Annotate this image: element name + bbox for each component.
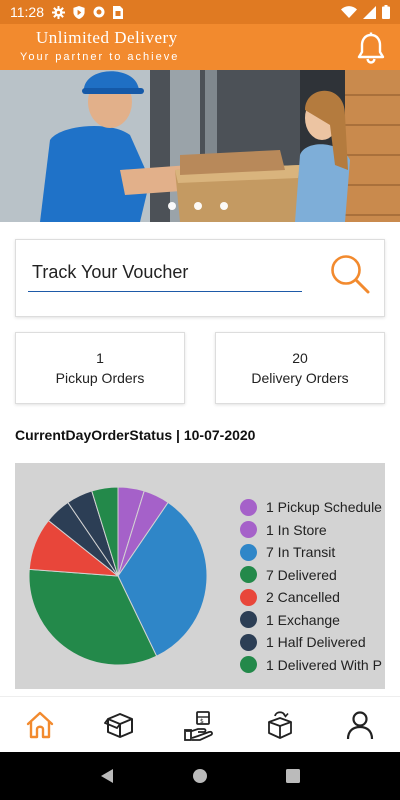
bottom-nav: $ (0, 696, 400, 752)
legend-swatch (240, 498, 257, 516)
legend-item: 1 Delivered With P (240, 654, 385, 677)
legend-swatch (240, 588, 257, 606)
pickup-orders-count: 1 (96, 350, 104, 366)
legend-label: 7 Delivered (266, 566, 337, 583)
track-voucher-input[interactable] (28, 254, 302, 292)
nav-home-button[interactable] (18, 703, 62, 747)
delivery-orders-label: Delivery Orders (251, 370, 349, 386)
legend-label: 1 Exchange (266, 611, 340, 628)
legend-item: 7 In Transit (240, 541, 385, 564)
legend-label: 1 Half Delivered (266, 634, 366, 651)
profile-icon (346, 710, 374, 739)
legend-swatch (240, 566, 257, 584)
svg-text:$: $ (200, 718, 204, 725)
legend-item: 1 In Store (240, 519, 385, 542)
nav-pickup-button[interactable]: $ (178, 703, 222, 747)
pickup-orders-label: Pickup Orders (55, 370, 145, 386)
legend-swatch (240, 521, 257, 539)
nav-returns-button[interactable] (258, 703, 302, 747)
chart-legend: 1 Pickup Schedule 1 In Store 7 In Transit 7… (240, 496, 385, 676)
home-circle-icon[interactable] (192, 768, 208, 784)
settings-icon (52, 5, 65, 19)
legend-item: 2 Cancelled (240, 586, 385, 609)
legend-swatch (240, 611, 257, 629)
shield-play-icon (73, 5, 85, 19)
legend-label: 7 In Transit (266, 544, 336, 561)
return-box-icon (268, 710, 292, 739)
legend-label: 2 Cancelled (266, 589, 340, 606)
order-status-title: CurrentDayOrderStatus | 10-07-2020 (15, 427, 256, 443)
pickup-orders-card[interactable]: 1 Pickup Orders (15, 332, 185, 404)
battery-icon (382, 5, 390, 19)
pickup-hand-icon: $ (184, 710, 213, 741)
legend-swatch (240, 633, 257, 651)
legend-item: 1 Pickup Schedule (240, 496, 385, 519)
legend-swatch (240, 656, 257, 674)
carousel-dot[interactable] (194, 202, 202, 210)
package-icon (104, 712, 133, 738)
banner-carousel[interactable] (0, 70, 400, 222)
back-icon[interactable] (99, 768, 115, 784)
app-header: Unlimited Delivery Your partner to achie… (0, 24, 400, 70)
legend-item: 7 Delivered (240, 564, 385, 587)
legend-item: 1 Exchange (240, 609, 385, 632)
search-icon[interactable] (328, 252, 372, 296)
signal-icon (363, 5, 376, 19)
sim-card-icon (113, 5, 123, 19)
nav-orders-button[interactable] (98, 703, 142, 747)
legend-label: 1 Delivered With P (266, 656, 382, 673)
status-time: 11:28 (10, 4, 44, 20)
pie-chart (28, 486, 208, 666)
record-icon (93, 6, 105, 18)
carousel-dot[interactable] (168, 202, 176, 210)
carousel-dots (168, 202, 228, 210)
carousel-dot[interactable] (220, 202, 228, 210)
system-nav-bar (0, 752, 400, 800)
nav-profile-button[interactable] (338, 703, 382, 747)
brand-tagline: Your partner to achieve (20, 51, 180, 63)
legend-label: 1 Pickup Schedule (266, 499, 382, 516)
legend-swatch (240, 543, 257, 561)
delivery-orders-card[interactable]: 20 Delivery Orders (215, 332, 385, 404)
wifi-icon (341, 6, 357, 18)
recents-icon[interactable] (285, 768, 301, 784)
banner-image (0, 70, 400, 222)
order-status-chart: 1 Pickup Schedule 1 In Store 7 In Transit 7… (15, 463, 385, 689)
legend-label: 1 In Store (266, 521, 327, 538)
bell-icon[interactable] (356, 32, 386, 64)
delivery-orders-count: 20 (292, 350, 308, 366)
home-icon (26, 711, 54, 738)
brand-title: Unlimited Delivery (36, 28, 178, 47)
legend-item: 1 Half Delivered (240, 631, 385, 654)
track-voucher-card (15, 239, 385, 317)
status-bar: 11:28 (0, 0, 400, 24)
